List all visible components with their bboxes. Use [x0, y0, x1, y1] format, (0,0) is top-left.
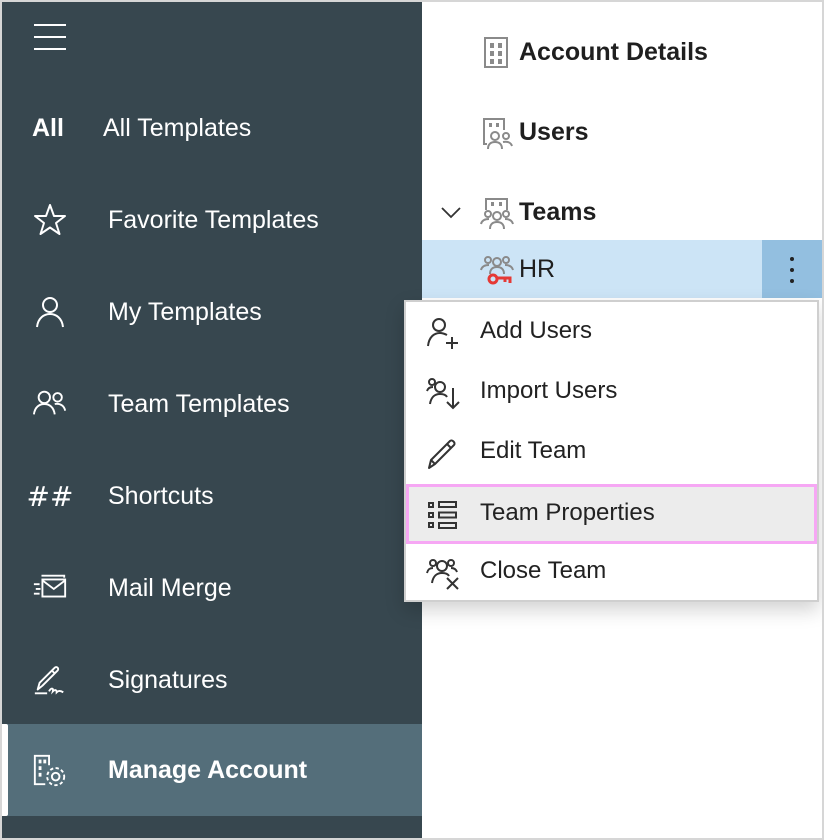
sidebar-item-manage-account[interactable]: Manage Account — [2, 724, 422, 816]
tree-item-hr[interactable]: HR — [422, 240, 822, 298]
tree-item-teams[interactable]: Teams — [422, 184, 822, 240]
menu-item-edit-team[interactable]: Edit Team — [406, 422, 817, 482]
building-people-icon — [480, 116, 513, 150]
menu-item-close-team[interactable]: Close Team — [406, 542, 817, 602]
sidebar-item-label: Manage Account — [108, 755, 308, 784]
mail-merge-icon — [32, 570, 68, 606]
star-icon — [32, 202, 68, 238]
tree-item-label: Users — [519, 117, 589, 146]
sidebar-item-favorite-templates[interactable]: Favorite Templates — [2, 174, 422, 266]
sidebar-item-my-templates[interactable]: My Templates — [2, 266, 422, 358]
menu-item-label: Edit Team — [480, 437, 587, 464]
sidebar-item-signatures[interactable]: Signatures — [2, 634, 422, 726]
sidebar-item-label: Favorite Templates — [108, 205, 319, 234]
menu-item-label: Add Users — [480, 317, 593, 344]
person-icon — [32, 294, 68, 330]
sidebar-item-label: Shortcuts — [108, 481, 214, 510]
sidebar: All All Templates Favorite Templates My … — [2, 2, 422, 838]
sidebar-item-shortcuts[interactable]: ## Shortcuts — [2, 450, 422, 542]
building-icon — [480, 36, 512, 68]
more-options-button[interactable] — [762, 240, 822, 298]
building-team-icon — [480, 196, 514, 230]
hamburger-menu-button[interactable] — [34, 20, 68, 50]
sidebar-item-label: Signatures — [108, 665, 228, 694]
hash-icon: ## — [26, 479, 74, 513]
menu-item-add-users[interactable]: Add Users — [406, 302, 817, 362]
menu-item-label: Import Users — [480, 377, 618, 404]
tree-item-label: HR — [519, 254, 556, 283]
tree-item-users[interactable]: Users — [422, 104, 822, 160]
pencil-icon — [426, 436, 460, 470]
team-context-menu: Add Users Import Users Edit Team Team Pr… — [404, 300, 819, 602]
app-window: All All Templates Favorite Templates My … — [2, 2, 822, 838]
all-icon: All — [32, 113, 64, 142]
menu-item-label: Team Properties — [480, 499, 655, 526]
close-team-icon — [426, 556, 460, 590]
sidebar-item-label: Team Templates — [108, 389, 290, 418]
sidebar-item-team-templates[interactable]: Team Templates — [2, 358, 422, 450]
menu-item-team-properties[interactable]: Team Properties — [406, 484, 817, 544]
sidebar-item-mail-merge[interactable]: Mail Merge — [2, 542, 422, 634]
active-indicator — [2, 724, 8, 816]
import-users-icon — [426, 376, 460, 410]
tree-item-label: Teams — [519, 197, 597, 226]
list-icon — [426, 498, 460, 532]
menu-item-label: Close Team — [480, 557, 607, 584]
sidebar-item-label: Mail Merge — [108, 573, 232, 602]
signature-icon — [32, 662, 68, 698]
people-icon — [32, 386, 68, 422]
sidebar-item-label: All Templates — [103, 113, 252, 142]
tree-item-account-details[interactable]: Account Details — [422, 24, 822, 80]
chevron-down-icon[interactable] — [440, 201, 462, 223]
tree-item-label: Account Details — [519, 37, 708, 66]
menu-item-import-users[interactable]: Import Users — [406, 362, 817, 422]
team-key-icon — [480, 252, 514, 285]
sidebar-item-label: My Templates — [108, 297, 262, 326]
sidebar-item-all-templates[interactable]: All All Templates — [2, 82, 422, 174]
building-gear-icon — [32, 752, 68, 788]
add-user-icon — [426, 316, 460, 350]
